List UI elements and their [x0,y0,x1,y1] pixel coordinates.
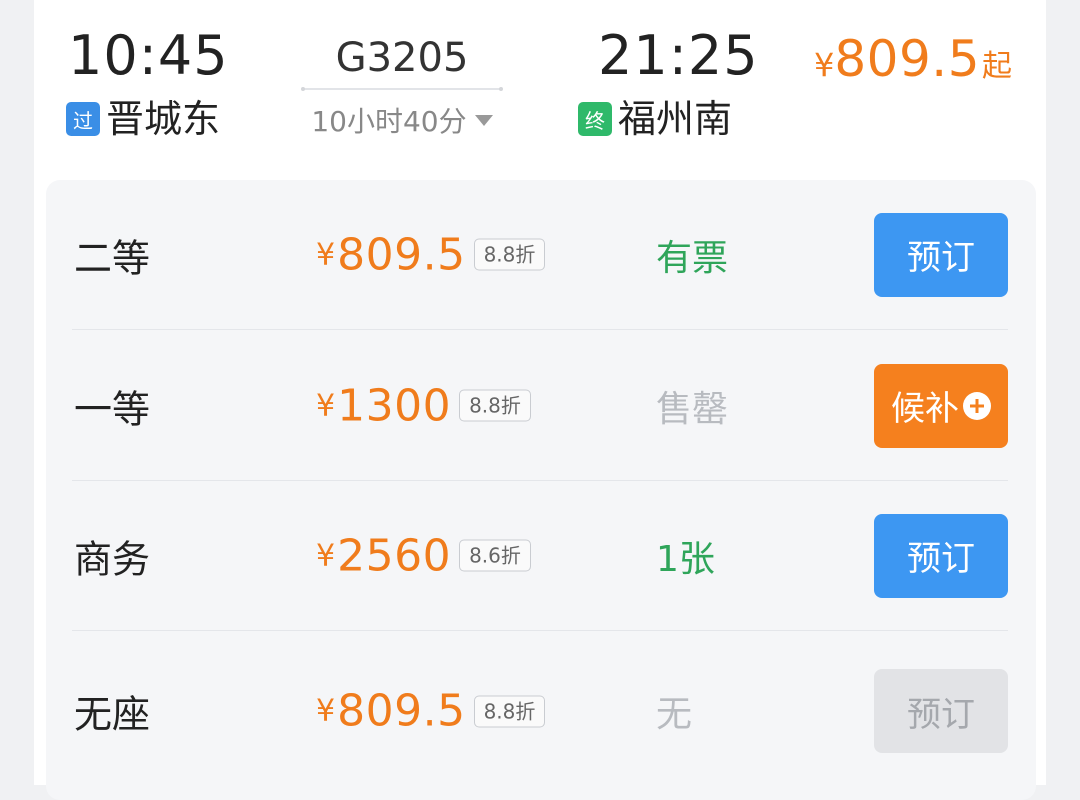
price-currency: ¥ [316,538,336,573]
seat-price: ¥ 2560 8.6折 [316,530,531,581]
book-button[interactable]: 预订 [874,513,1008,598]
waitlist-button[interactable]: 候补 [874,363,1008,448]
duration-toggle[interactable]: 10小时40分 [302,100,502,140]
lowest-price-value: 809.5 [834,30,980,88]
lowest-price-suffix: 起 [982,49,1012,84]
discount-badge: 8.8折 [473,238,546,271]
seat-row-business-class: 商务 ¥ 2560 8.6折 1张 预订 [72,481,1008,631]
departure-station: 过 晋城东 [66,96,220,142]
waitlist-button-label: 候补 [891,389,959,429]
discount-badge: 8.8折 [459,389,531,422]
seat-class-name: 商务 [74,537,151,581]
arrival-station-name: 福州南 [618,97,733,141]
caret-down-icon [474,114,493,126]
price-value: 809.5 [337,685,466,737]
plus-circle-icon [963,391,991,420]
price-value: 2560 [337,530,452,581]
pass-station-badge: 过 [66,102,100,136]
seat-row-second-class: 二等 ¥ 809.5 8.8折 有票 预订 [72,180,1008,330]
arrival-station: 终 福州南 [578,96,732,142]
price-currency: ¥ [316,693,336,729]
seat-options-panel: 二等 ¥ 809.5 8.8折 有票 预订 一等 ¥ 1300 8.8折 售罄 … [46,180,1036,800]
price-value: 809.5 [337,229,466,280]
seat-price: ¥ 809.5 8.8折 [316,685,546,737]
seat-class-name: 无座 [74,692,151,737]
discount-badge: 8.8折 [473,695,546,727]
seat-row-no-seat: 无座 ¥ 809.5 8.8折 无 预订 [72,636,1008,786]
route-line-divider [301,87,503,91]
availability-status: 无 [656,694,693,735]
seat-class-name: 二等 [74,236,151,280]
arrival-time: 21:25 [598,24,759,87]
seat-price: ¥ 809.5 8.8折 [316,229,546,280]
availability-status: 1张 [656,538,715,580]
train-number[interactable]: G3205 [302,32,502,84]
departure-time: 10:45 [68,24,229,87]
book-button[interactable]: 预订 [874,212,1008,297]
book-button-disabled[interactable]: 预订 [874,669,1008,753]
seat-row-first-class: 一等 ¥ 1300 8.8折 售罄 候补 [72,331,1008,481]
lowest-price: ¥ 809.5 起 [814,30,1012,88]
availability-status: 有票 [656,237,729,279]
seat-price: ¥ 1300 8.8折 [316,380,531,431]
availability-status: 售罄 [656,388,729,430]
seat-class-name: 一等 [74,387,151,431]
departure-station-name: 晋城东 [106,97,221,141]
price-currency: ¥ [316,388,336,423]
train-card: 10:45 过 晋城东 G3205 10小时40分 21:25 终 福州南 ¥ … [34,0,1046,800]
terminal-station-badge: 终 [578,102,612,136]
price-currency: ¥ [316,237,336,272]
duration-text: 10小时40分 [311,105,467,138]
lowest-price-currency: ¥ [814,46,835,84]
price-value: 1300 [337,380,452,431]
discount-badge: 8.6折 [459,539,531,572]
